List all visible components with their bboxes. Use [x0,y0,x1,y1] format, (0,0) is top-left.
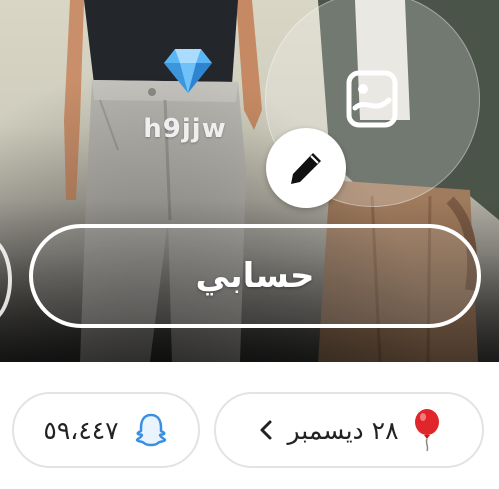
diamond-icon [164,49,212,93]
chevron-left-icon [260,420,271,440]
snap-score-chip[interactable]: ٥٩،٤٤٧ [12,392,200,468]
my-account-button[interactable]: حسابي [29,224,481,328]
birthday-chip[interactable]: ٢٨ ديسمبر [214,392,484,468]
pencil-icon [291,153,321,184]
account-button-label: حسابي [195,256,315,296]
photo-icon[interactable] [346,70,398,128]
birthday-value: ٢٨ ديسمبر [287,415,399,445]
balloon-icon [414,409,439,452]
snap-score-value: ٥٩،٤٤٧ [43,415,119,445]
profile-header: h9jjw حسابي [0,0,499,362]
ghost-icon [135,413,166,447]
edit-bitmoji-button[interactable] [266,128,346,208]
username: h9jjw [143,114,227,144]
